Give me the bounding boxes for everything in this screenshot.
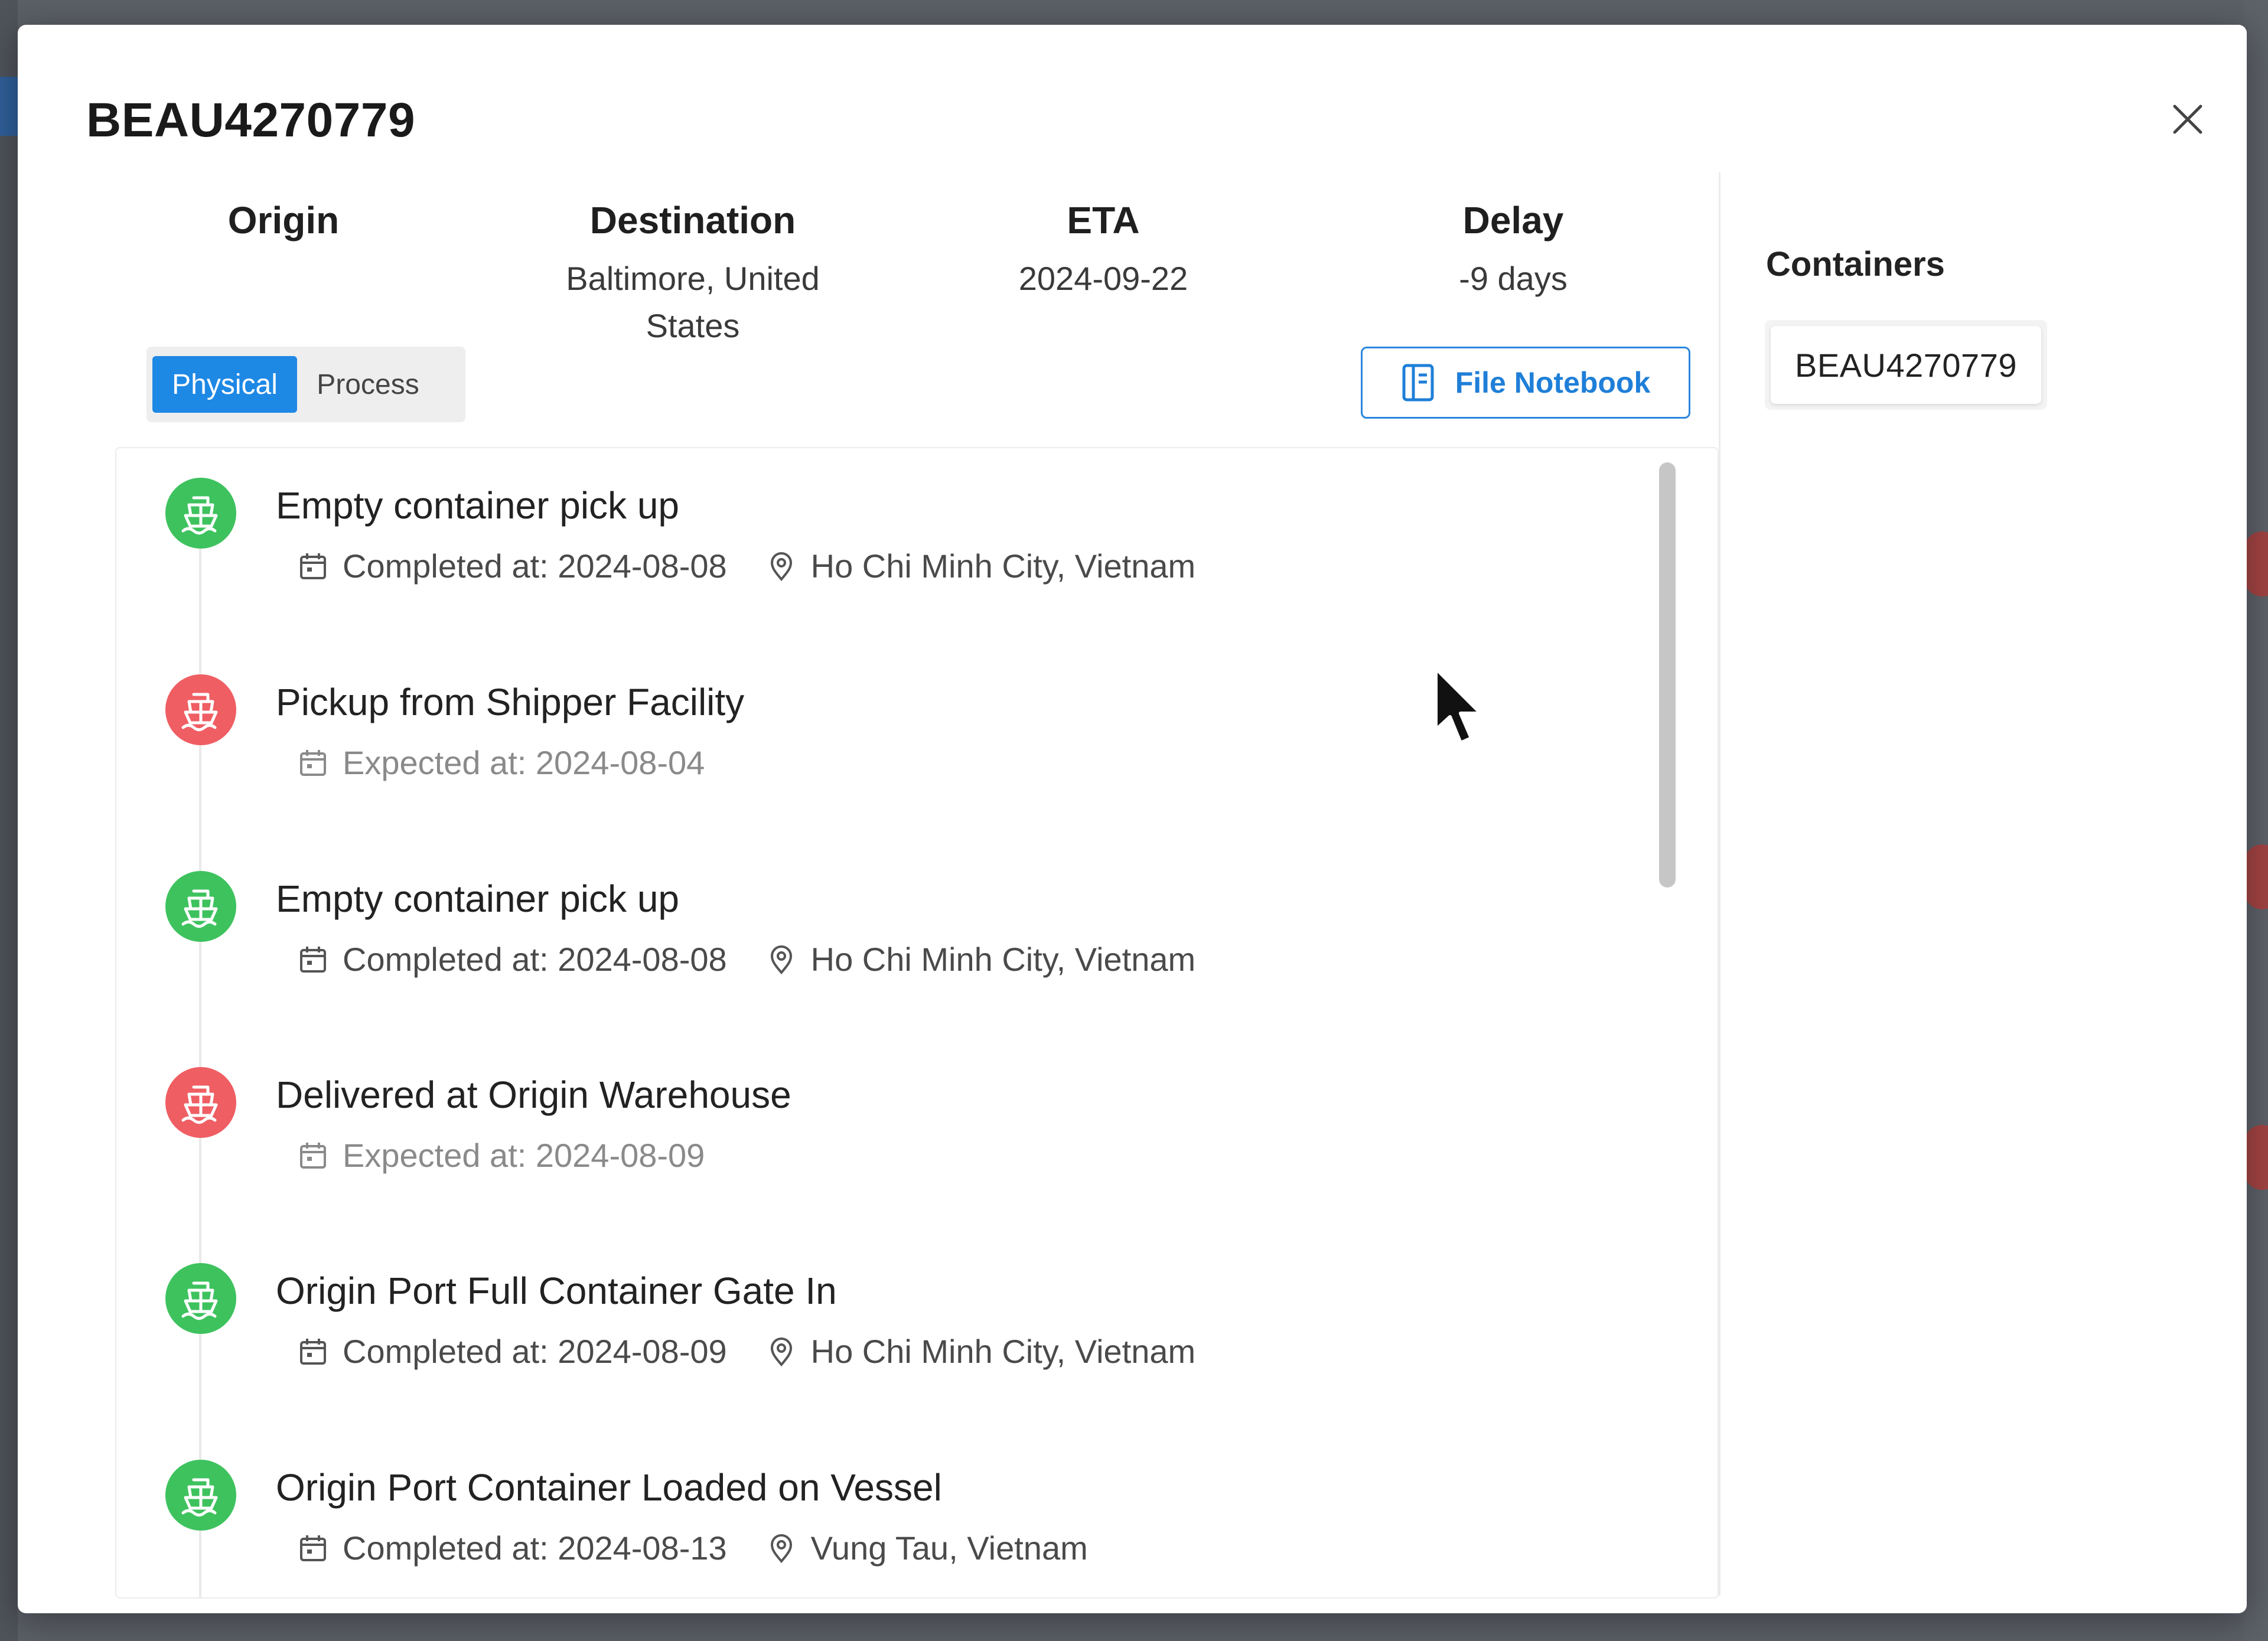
event-meta: Completed at: 2024-08-08 Ho Chi Minh Cit…: [296, 547, 1195, 585]
delay-summary: Delay -9 days: [1336, 196, 1690, 302]
destination-value-line2: States: [646, 307, 740, 344]
event-location: Ho Chi Minh City, Vietnam: [765, 1332, 1196, 1371]
toggle-process[interactable]: Process: [297, 356, 439, 413]
event-title: Empty container pick up: [276, 877, 679, 920]
event-location-text: Ho Chi Minh City, Vietnam: [810, 1333, 1196, 1370]
background-badge: [2244, 1125, 2268, 1190]
ship-icon: [181, 1281, 218, 1320]
file-notebook-button[interactable]: File Notebook: [1361, 347, 1690, 419]
notebook-icon: [1402, 364, 1434, 402]
calendar-icon: [296, 1139, 330, 1172]
event-status-badge: [165, 1460, 236, 1531]
event-title: Empty container pick up: [276, 484, 679, 527]
timeline-event: Origin Port Full Container Gate In Compl…: [116, 1235, 1652, 1412]
event-meta: Completed at: 2024-08-08 Ho Chi Minh Cit…: [296, 940, 1195, 978]
origin-summary: Origin: [106, 196, 461, 255]
timeline-scrollbar[interactable]: [1659, 449, 1676, 1597]
container-item[interactable]: BEAU4270779: [1771, 326, 2041, 404]
ship-icon: [181, 889, 218, 928]
origin-label: Origin: [227, 199, 340, 242]
calendar-icon: [296, 550, 330, 583]
container-detail-modal: BEAU4270779 Origin Destination Baltimore…: [18, 25, 2247, 1613]
location-pin-icon: [765, 1335, 798, 1368]
timeline-event: Delivered at Origin Warehouse Expected a…: [116, 1039, 1652, 1216]
file-notebook-label: File Notebook: [1455, 366, 1651, 399]
ship-icon: [181, 1478, 218, 1517]
event-title: Pickup from Shipper Facility: [276, 681, 745, 723]
background-badge: [2244, 844, 2268, 909]
event-date: Completed at: 2024-08-08: [343, 547, 727, 585]
ship-icon: [181, 496, 218, 535]
destination-value-line1: Baltimore, United: [566, 260, 820, 297]
event-location-text: Ho Chi Minh City, Vietnam: [810, 547, 1196, 585]
ship-icon: [181, 693, 218, 732]
event-title: Delivered at Origin Warehouse: [276, 1074, 791, 1116]
event-status-badge: [165, 674, 236, 745]
event-date: Expected at: 2024-08-04: [343, 744, 705, 781]
background-app-right: [2244, 0, 2268, 1641]
event-meta: Expected at: 2024-08-09: [296, 1136, 705, 1175]
event-meta: Expected at: 2024-08-04: [296, 743, 705, 782]
destination-value: Baltimore, United States: [516, 255, 870, 350]
destination-summary: Destination Baltimore, United States: [516, 196, 870, 350]
close-button[interactable]: [2164, 96, 2211, 143]
panel-divider: [1719, 172, 1720, 1596]
destination-label: Destination: [589, 199, 796, 242]
modal-title: BEAU4270779: [86, 93, 416, 147]
event-location-text: Vung Tau, Vietnam: [810, 1529, 1088, 1567]
event-status-badge: [165, 871, 236, 942]
event-date: Expected at: 2024-08-09: [343, 1137, 705, 1174]
event-date: Completed at: 2024-08-08: [343, 941, 727, 978]
mouse-cursor-icon: [1434, 667, 1482, 745]
event-timeline: Empty container pick up Completed at: 20…: [115, 447, 1719, 1598]
containers-label: Containers: [1766, 245, 1945, 283]
location-pin-icon: [765, 943, 798, 976]
timeline-event: Empty container pick up Completed at: 20…: [116, 843, 1652, 1020]
background-badge: [2244, 531, 2268, 596]
eta-value: 2024-09-22: [1018, 260, 1188, 297]
scrollbar-thumb[interactable]: [1659, 462, 1676, 888]
container-list: BEAU4270779: [1765, 320, 2047, 410]
toggle-physical[interactable]: Physical: [152, 356, 297, 413]
calendar-icon: [296, 1532, 330, 1565]
event-status-badge: [165, 1067, 236, 1138]
background-app-fragment: [0, 77, 18, 136]
shipment-summary: Origin Destination Baltimore, United Sta…: [106, 196, 1742, 361]
event-status-badge: [165, 1263, 236, 1334]
background-app-left: [0, 0, 18, 1641]
view-toggle: Physical Process: [146, 347, 465, 422]
event-location-text: Ho Chi Minh City, Vietnam: [810, 941, 1196, 978]
event-title: Origin Port Container Loaded on Vessel: [276, 1466, 942, 1509]
timeline-event: Origin Port Container Loaded on Vessel C…: [116, 1431, 1652, 1597]
ship-icon: [181, 1085, 218, 1124]
calendar-icon: [296, 1335, 330, 1368]
location-pin-icon: [765, 550, 798, 583]
eta-label: ETA: [1067, 199, 1140, 242]
close-icon: [2173, 105, 2202, 134]
calendar-icon: [296, 943, 330, 976]
event-meta: Completed at: 2024-08-09 Ho Chi Minh Cit…: [296, 1332, 1195, 1371]
event-meta: Completed at: 2024-08-13 Vung Tau, Vietn…: [296, 1529, 1088, 1567]
location-pin-icon: [765, 1532, 798, 1565]
event-date: Completed at: 2024-08-09: [343, 1333, 727, 1370]
event-location: Ho Chi Minh City, Vietnam: [765, 940, 1196, 978]
delay-value: -9 days: [1459, 260, 1568, 297]
calendar-icon: [296, 746, 330, 779]
timeline-event: Pickup from Shipper Facility Expected at…: [116, 646, 1652, 823]
delay-label: Delay: [1462, 199, 1564, 242]
event-location: Vung Tau, Vietnam: [765, 1529, 1088, 1567]
event-status-badge: [165, 478, 236, 549]
event-location: Ho Chi Minh City, Vietnam: [765, 547, 1196, 585]
timeline-event: Empty container pick up Completed at: 20…: [116, 449, 1652, 627]
event-date: Completed at: 2024-08-13: [343, 1529, 727, 1567]
event-title: Origin Port Full Container Gate In: [276, 1270, 837, 1312]
eta-summary: ETA 2024-09-22: [926, 196, 1280, 302]
